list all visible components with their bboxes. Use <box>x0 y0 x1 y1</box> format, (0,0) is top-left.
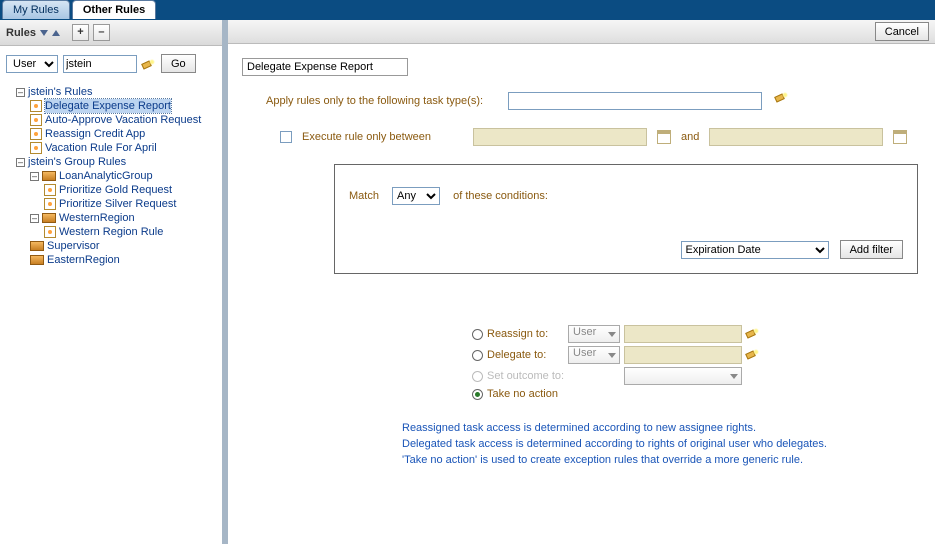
calendar-icon[interactable] <box>893 130 907 144</box>
outcome-radio <box>472 371 483 382</box>
rule-icon <box>30 114 42 126</box>
rules-title: Rules <box>6 27 36 39</box>
tree-group-supervisor[interactable]: Supervisor <box>47 239 100 253</box>
tree-group-user-rules[interactable]: jstein's Rules <box>28 85 92 99</box>
sort-up-icon[interactable] <box>52 30 60 36</box>
tree-group-eastern[interactable]: EasternRegion <box>47 253 120 267</box>
flashlight-icon[interactable] <box>746 326 760 340</box>
scope-select[interactable]: User <box>6 55 58 73</box>
flashlight-icon[interactable] <box>746 347 760 361</box>
tree-group-group-rules[interactable]: jstein's Group Rules <box>28 155 126 169</box>
action-row-none: Take no action <box>472 388 760 400</box>
outcome-label: Set outcome to: <box>487 370 564 382</box>
conditions-box: Match Any of these conditions: Expiratio… <box>334 164 918 274</box>
right-toolbar: Cancel <box>228 20 935 44</box>
filter-field-select[interactable]: Expiration Date <box>681 241 829 259</box>
collapse-icon[interactable]: – <box>16 88 25 97</box>
tree-group-loananalytic[interactable]: LoanAnalyticGroup <box>59 169 153 183</box>
reassign-label: Reassign to: <box>487 328 548 340</box>
rule-name-input[interactable] <box>242 58 408 76</box>
sort-down-icon[interactable] <box>40 30 48 36</box>
and-label: and <box>681 131 699 143</box>
reassign-type-select[interactable]: User <box>568 325 620 343</box>
calendar-icon[interactable] <box>657 130 671 144</box>
delegate-label: Delegate to: <box>487 349 546 361</box>
package-icon <box>42 171 56 181</box>
tree-rule-vacation-april[interactable]: Vacation Rule For April <box>45 141 157 155</box>
action-row-reassign: Reassign to: User <box>472 325 760 343</box>
tree-rule-western[interactable]: Western Region Rule <box>59 225 163 239</box>
rule-icon <box>30 128 42 140</box>
delegate-type-select[interactable]: User <box>568 346 620 364</box>
collapse-icon[interactable]: – <box>30 214 39 223</box>
rules-tree: –jstein's Rules Delegate Expense Report … <box>0 81 222 544</box>
outcome-select <box>624 367 742 385</box>
match-mode-select[interactable]: Any <box>392 187 440 205</box>
scope-search-row: User Go <box>0 46 222 81</box>
action-row-outcome: Set outcome to: <box>472 367 760 385</box>
delegate-radio[interactable] <box>472 350 483 361</box>
reassign-radio[interactable] <box>472 329 483 340</box>
rule-icon <box>30 142 42 154</box>
add-filter-button[interactable]: Add filter <box>840 240 903 259</box>
reassign-user-input[interactable] <box>624 325 742 343</box>
execute-between-label: Execute rule only between <box>302 131 431 143</box>
tree-rule-silver[interactable]: Prioritize Silver Request <box>59 197 176 211</box>
match-label: Match <box>349 190 379 202</box>
tab-other-rules[interactable]: Other Rules <box>72 0 156 19</box>
package-icon <box>30 241 44 251</box>
scope-user-input[interactable] <box>63 55 137 73</box>
help-text: Reassigned task access is determined acc… <box>402 421 925 469</box>
package-icon <box>42 213 56 223</box>
package-icon <box>30 255 44 265</box>
tab-bar: My Rules Other Rules <box>0 0 935 20</box>
no-action-label: Take no action <box>487 388 558 400</box>
cancel-button[interactable]: Cancel <box>875 22 929 41</box>
apply-label: Apply rules only to the following task t… <box>266 95 483 107</box>
end-date-input[interactable] <box>709 128 883 146</box>
tree-rule-gold[interactable]: Prioritize Gold Request <box>59 183 172 197</box>
go-button[interactable]: Go <box>161 54 196 73</box>
tree-rule-delegate-expense[interactable]: Delegate Expense Report <box>45 99 171 113</box>
start-date-input[interactable] <box>473 128 647 146</box>
delegate-user-input[interactable] <box>624 346 742 364</box>
add-rule-button[interactable]: + <box>72 24 89 41</box>
task-types-input[interactable] <box>508 92 762 110</box>
match-tail-label: of these conditions: <box>453 190 548 202</box>
tree-rule-auto-approve[interactable]: Auto-Approve Vacation Request <box>45 113 201 127</box>
action-row-delegate: Delegate to: User <box>472 346 760 364</box>
collapse-icon[interactable]: – <box>16 158 25 167</box>
rule-icon <box>30 100 42 112</box>
rule-icon <box>44 226 56 238</box>
tree-group-western[interactable]: WesternRegion <box>59 211 135 225</box>
help-line-2: Delegated task access is determined acco… <box>402 437 925 453</box>
rule-icon <box>44 184 56 196</box>
help-line-1: Reassigned task access is determined acc… <box>402 421 925 437</box>
execute-between-checkbox[interactable] <box>280 131 292 143</box>
collapse-icon[interactable]: – <box>30 172 39 181</box>
no-action-radio[interactable] <box>472 389 483 400</box>
help-line-3: 'Take no action' is used to create excep… <box>402 453 925 469</box>
flashlight-icon[interactable] <box>775 90 789 104</box>
tree-rule-reassign-credit[interactable]: Reassign Credit App <box>45 127 145 141</box>
tab-my-rules[interactable]: My Rules <box>2 0 70 19</box>
remove-rule-button[interactable]: – <box>93 24 110 41</box>
flashlight-icon[interactable] <box>142 57 156 71</box>
rules-header: Rules + – <box>0 20 222 46</box>
rule-icon <box>44 198 56 210</box>
